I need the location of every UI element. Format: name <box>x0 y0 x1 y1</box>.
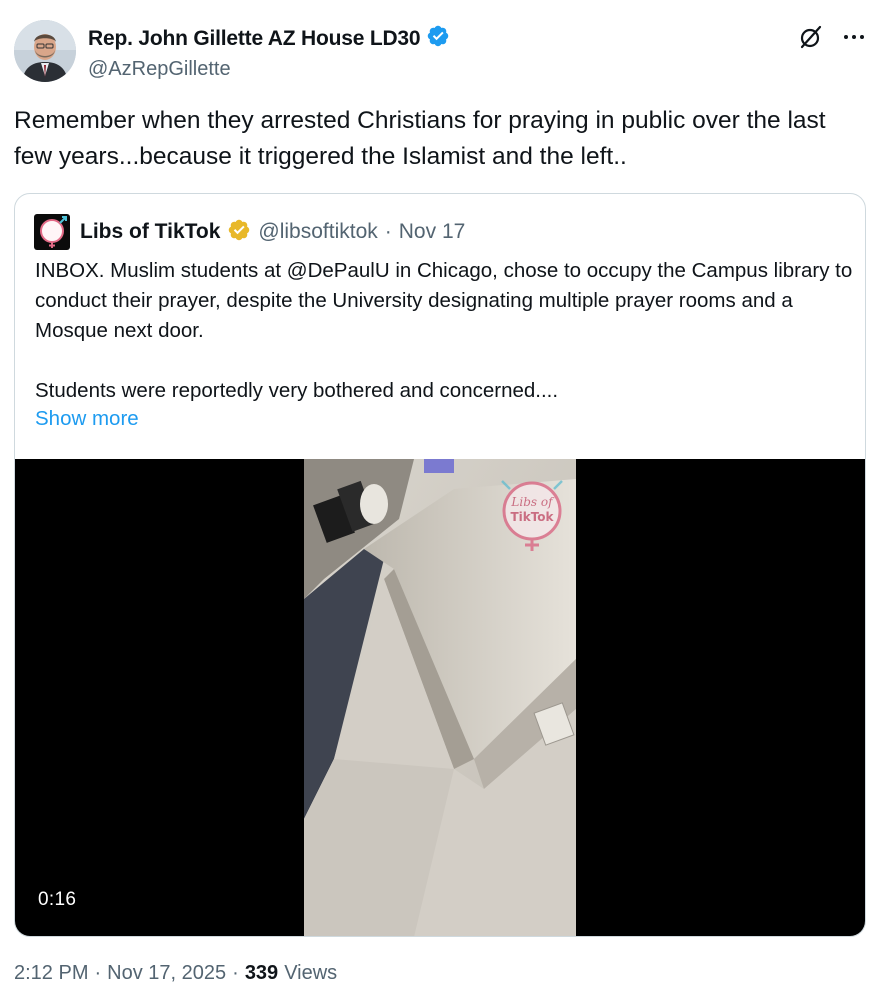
quote-date[interactable]: Nov 17 <box>399 220 466 244</box>
video-thumbnail[interactable]: Libs of TikTok <box>304 459 576 936</box>
video-thumbnail-image: Libs of TikTok <box>304 459 576 936</box>
quote-author-name[interactable]: Libs of TikTok <box>80 220 220 244</box>
avatar-image <box>14 20 76 82</box>
quote-body: INBOX. Muslim students at @DePaulU in Ch… <box>35 256 855 406</box>
tweet-header: Rep. John Gillette AZ House LD30 @AzRepG… <box>14 20 866 84</box>
header-actions <box>798 24 866 50</box>
watermark-text-1: Libs of <box>510 495 555 509</box>
verified-badge-icon <box>426 24 450 53</box>
meta-separator: · <box>232 962 239 984</box>
quote-avatar[interactable] <box>34 214 70 250</box>
views-count[interactable]: 339 <box>245 962 278 985</box>
show-more-link[interactable]: Show more <box>35 404 139 434</box>
quote-author-handle[interactable]: @libsoftiktok <box>258 220 377 244</box>
author-avatar[interactable] <box>14 20 76 82</box>
tweet-time[interactable]: 2:12 PM <box>14 962 88 985</box>
more-icon[interactable] <box>842 25 866 49</box>
author-name[interactable]: Rep. John Gillette AZ House LD30 <box>88 27 421 51</box>
quote-body-text: INBOX. Muslim students at @DePaulU in Ch… <box>35 259 853 402</box>
video-duration: 0:16 <box>38 889 77 910</box>
tweet-meta: 2:12 PM · Nov 17, 2025 · 339 Views <box>14 962 337 985</box>
gold-verified-badge-icon <box>227 218 251 247</box>
meta-separator: · <box>94 962 102 984</box>
quote-header: Libs of TikTok @libsoftiktok · Nov 17 <box>34 214 465 250</box>
video-player[interactable]: Libs of TikTok 0:16 <box>15 459 865 936</box>
grok-icon[interactable] <box>798 24 824 50</box>
tweet-text: Remember when they arrested Christians f… <box>14 107 826 170</box>
author-name-row[interactable]: Rep. John Gillette AZ House LD30 <box>88 24 450 53</box>
quote-separator: · <box>384 220 392 243</box>
author-handle[interactable]: @AzRepGillette <box>88 58 231 81</box>
quoted-tweet[interactable]: Libs of TikTok @libsoftiktok · Nov 17 IN… <box>14 193 866 937</box>
views-label[interactable]: Views <box>284 962 337 985</box>
watermark-text-2: TikTok <box>510 510 554 524</box>
tweet-date[interactable]: Nov 17, 2025 <box>107 962 226 985</box>
